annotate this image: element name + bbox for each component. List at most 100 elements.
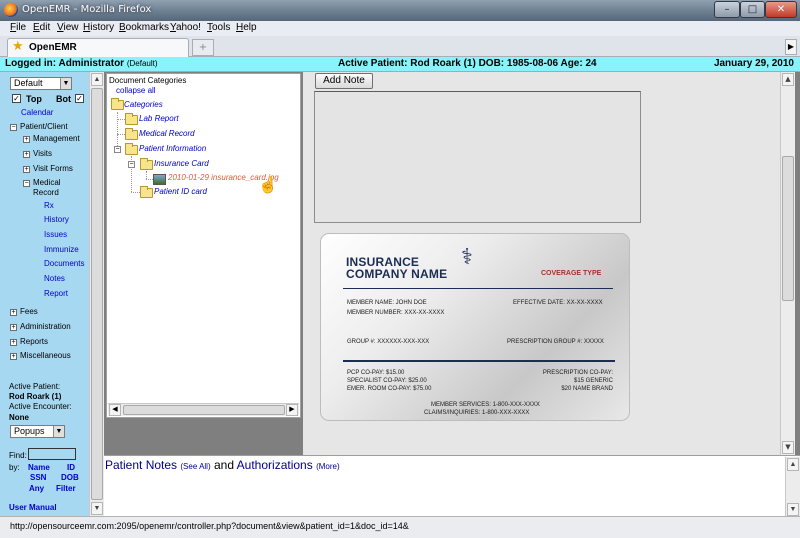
menu-history[interactable]: History bbox=[83, 22, 114, 33]
user-manual-link[interactable]: User Manual bbox=[9, 503, 57, 512]
nav-documents[interactable]: Documents bbox=[44, 259, 84, 268]
scroll-thumb[interactable] bbox=[91, 88, 103, 500]
menu-yahoo[interactable]: Yahoo! bbox=[170, 22, 201, 33]
expand-icon[interactable]: + bbox=[23, 136, 30, 143]
find-by-id[interactable]: ID bbox=[67, 463, 75, 472]
scroll-thumb[interactable] bbox=[123, 405, 285, 415]
nav-patient-client[interactable]: Patient/Client bbox=[20, 122, 68, 131]
scroll-down-icon[interactable]: ▼ bbox=[782, 441, 794, 454]
caduceus-icon: ⚕ bbox=[461, 244, 473, 269]
scroll-thumb[interactable] bbox=[782, 156, 794, 301]
see-all-link[interactable]: (See All) bbox=[180, 462, 210, 471]
scroll-right-icon[interactable]: ▶ bbox=[286, 404, 298, 416]
firefox-icon bbox=[4, 3, 18, 17]
scroll-left-icon[interactable]: ◀ bbox=[109, 404, 121, 416]
tree-horizontal-scrollbar[interactable]: ◀ ▶ bbox=[108, 403, 299, 416]
scroll-down-icon[interactable]: ▼ bbox=[787, 503, 799, 516]
nav-fees[interactable]: Fees bbox=[20, 307, 38, 316]
tree-patient-information[interactable]: Patient Information bbox=[139, 144, 206, 153]
scroll-up-icon[interactable]: ▲ bbox=[782, 73, 794, 86]
tree-categories[interactable]: Categories bbox=[124, 100, 163, 109]
close-button[interactable]: ✕ bbox=[765, 1, 797, 18]
nav-scrollbar[interactable]: ▲ ▼ bbox=[89, 72, 104, 516]
card-member-name: MEMBER NAME: JOHN DOE bbox=[347, 300, 427, 306]
minimize-button[interactable]: – bbox=[714, 1, 740, 18]
expand-icon[interactable]: + bbox=[23, 151, 30, 158]
nav-reports[interactable]: Reports bbox=[20, 337, 48, 346]
document-view-pane: Add Note INSURANCE COMPANY NAME ⚕ COVERAG… bbox=[303, 72, 795, 455]
nav-history[interactable]: History bbox=[44, 215, 69, 224]
tab-openemr[interactable]: ★ OpenEMR bbox=[7, 38, 189, 57]
collapse-icon[interactable]: − bbox=[128, 161, 135, 168]
collapse-icon[interactable]: − bbox=[10, 124, 17, 131]
nav-management[interactable]: Management bbox=[33, 134, 80, 143]
nav-medical-record[interactable]: Medical bbox=[33, 178, 61, 187]
menu-tools[interactable]: Tools bbox=[207, 22, 230, 33]
collapse-icon[interactable]: − bbox=[23, 180, 30, 187]
layout-select[interactable]: Default ▼ bbox=[10, 77, 72, 90]
tree-medical-record[interactable]: Medical Record bbox=[139, 129, 195, 138]
collapse-icon[interactable]: − bbox=[114, 146, 121, 153]
find-by-name[interactable]: Name bbox=[28, 463, 50, 472]
tree-lab-report[interactable]: Lab Report bbox=[139, 114, 179, 123]
notes-scrollbar[interactable]: ▲ ▼ bbox=[785, 457, 800, 517]
nav-miscellaneous[interactable]: Miscellaneous bbox=[20, 351, 71, 360]
menu-bookmarks[interactable]: Bookmarks bbox=[119, 22, 169, 33]
find-by-filter[interactable]: Filter bbox=[56, 484, 76, 493]
folder-icon bbox=[125, 128, 138, 140]
nav-medical-record-2[interactable]: Record bbox=[33, 188, 59, 197]
menu-view[interactable]: View bbox=[57, 22, 79, 33]
note-textarea[interactable] bbox=[314, 91, 641, 223]
scroll-up-icon[interactable]: ▲ bbox=[787, 458, 799, 471]
find-by-any[interactable]: Any bbox=[29, 484, 44, 493]
nav-calendar[interactable]: Calendar bbox=[21, 108, 53, 117]
maximize-button[interactable]: □ bbox=[740, 1, 765, 18]
find-by-dob[interactable]: DOB bbox=[61, 473, 79, 482]
nav-administration[interactable]: Administration bbox=[20, 322, 71, 331]
add-note-button[interactable]: Add Note bbox=[315, 73, 373, 89]
nav-report[interactable]: Report bbox=[44, 289, 68, 298]
tab-list-arrow-icon[interactable]: ▶ bbox=[785, 39, 797, 55]
scroll-up-icon[interactable]: ▲ bbox=[91, 73, 103, 86]
nav-notes[interactable]: Notes bbox=[44, 274, 65, 283]
card-title: INSURANCE COMPANY NAME bbox=[346, 256, 447, 280]
nav-rx[interactable]: Rx bbox=[44, 201, 54, 210]
active-encounter-value: None bbox=[9, 413, 29, 422]
find-by-ssn[interactable]: SSN bbox=[30, 473, 46, 482]
image-file-icon bbox=[153, 174, 166, 185]
nav-immunize[interactable]: Immunize bbox=[44, 245, 79, 254]
document-categories-heading: Document Categories bbox=[109, 76, 187, 85]
folder-open-icon bbox=[111, 98, 124, 110]
expand-icon[interactable]: + bbox=[10, 309, 17, 316]
more-link[interactable]: (More) bbox=[316, 462, 340, 471]
scroll-down-icon[interactable]: ▼ bbox=[91, 502, 103, 515]
tree-insurance-card[interactable]: Insurance Card bbox=[154, 159, 209, 168]
folder-open-icon bbox=[125, 143, 138, 155]
card-generic: $15 GENERIC bbox=[573, 378, 613, 384]
folder-icon bbox=[125, 113, 138, 125]
card-coverage-type: COVERAGE TYPE bbox=[541, 270, 602, 277]
nav-issues[interactable]: Issues bbox=[44, 230, 67, 239]
top-checkbox[interactable]: ✓ bbox=[12, 94, 21, 103]
nav-visit-forms[interactable]: Visit Forms bbox=[33, 164, 73, 173]
expand-icon[interactable]: + bbox=[10, 339, 17, 346]
card-name-brand: $20 NAME BRAND bbox=[561, 386, 613, 392]
find-input[interactable] bbox=[28, 448, 76, 460]
bot-checkbox[interactable]: ✓ bbox=[75, 94, 84, 103]
document-scrollbar[interactable]: ▲ ▼ bbox=[780, 72, 795, 455]
popups-select[interactable]: Popups ▼ bbox=[10, 425, 65, 438]
collapse-all-link[interactable]: collapse all bbox=[116, 86, 156, 95]
new-tab-button[interactable]: + bbox=[192, 39, 214, 56]
expand-icon[interactable]: + bbox=[10, 324, 17, 331]
nav-visits[interactable]: Visits bbox=[33, 149, 52, 158]
tree-patient-id-card[interactable]: Patient ID card bbox=[154, 187, 207, 196]
menu-edit[interactable]: Edit bbox=[33, 22, 50, 33]
expand-icon[interactable]: + bbox=[10, 353, 17, 360]
logged-in-text: Logged in: Administrator (Default) bbox=[5, 58, 158, 69]
card-emer-copay: EMER. ROOM CO-PAY: $75.00 bbox=[347, 386, 432, 392]
tree-line bbox=[146, 171, 147, 179]
menu-help[interactable]: Help bbox=[236, 22, 257, 33]
expand-icon[interactable]: + bbox=[23, 166, 30, 173]
menu-file[interactable]: File bbox=[10, 22, 26, 33]
card-claims: CLAIMS/INQUIRIES: 1-800-XXX-XXXX bbox=[424, 410, 530, 416]
